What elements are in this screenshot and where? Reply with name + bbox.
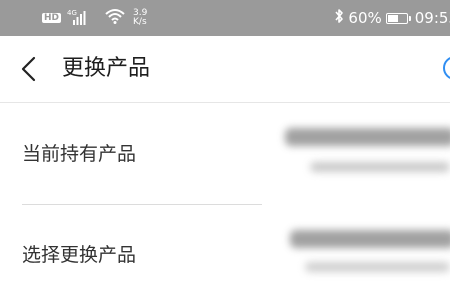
- chevron-left-icon: [21, 56, 36, 82]
- battery-icon: [385, 12, 411, 24]
- bluetooth-icon: [334, 8, 344, 28]
- wifi-icon: [105, 8, 125, 28]
- hd-badge: HD: [42, 13, 62, 23]
- back-button[interactable]: [18, 55, 42, 83]
- row-divider: [22, 204, 262, 205]
- clock: 09:53: [414, 9, 450, 27]
- signal-icon: 4G: [67, 9, 99, 27]
- status-bar: HD 4G 3.9 K/s 60% 09:5: [0, 0, 450, 36]
- current-product-label: 当前持有产品: [22, 143, 137, 165]
- select-product-subvalue-blurred: [305, 262, 450, 276]
- battery-percent: 60%: [348, 9, 382, 27]
- network-type: 4G: [67, 9, 77, 17]
- page-title: 更换产品: [62, 56, 151, 81]
- select-product-label: 选择更换产品: [22, 244, 137, 266]
- network-speed: 3.9 K/s: [133, 9, 147, 27]
- page-header: 更换产品: [0, 36, 450, 103]
- current-product-value-blurred: [285, 128, 450, 150]
- status-left: HD 4G 3.9 K/s: [42, 7, 147, 29]
- current-product-subvalue-blurred: [310, 162, 450, 176]
- battery-fill: [387, 14, 398, 22]
- speed-unit: K/s: [133, 17, 147, 27]
- select-product-value-blurred: [290, 230, 450, 252]
- help-circle-icon[interactable]: [443, 56, 450, 80]
- status-right: 60% 09:53: [334, 7, 450, 29]
